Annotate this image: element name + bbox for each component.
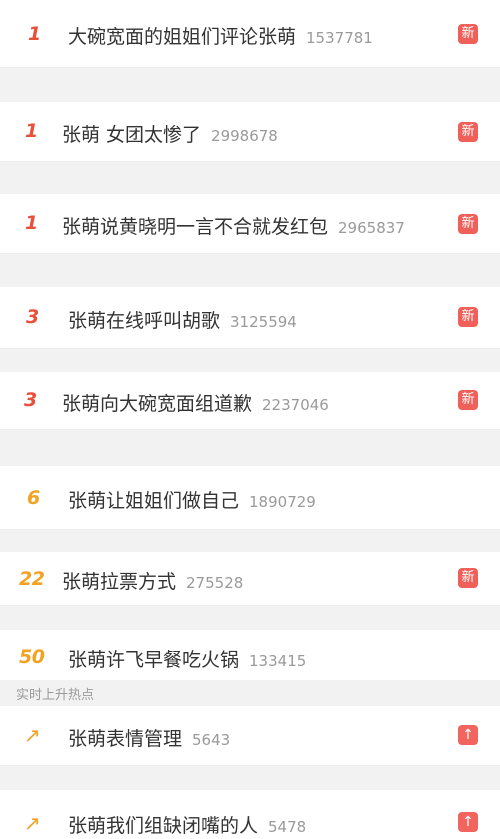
list-item-count: 133415 <box>249 652 307 670</box>
list-item-title: 张萌向大碗宽面组道歉 <box>62 393 253 415</box>
new-badge: 新 <box>458 122 478 142</box>
list-item-title-wrap: 大碗宽面的姐姐们评论张萌 1537781 <box>68 22 373 49</box>
list-item-count: 1890729 <box>249 493 316 511</box>
list-item-count: 5478 <box>268 818 307 836</box>
new-badge: 新 <box>458 568 478 588</box>
new-badge: 新 <box>458 214 478 234</box>
list-item-title: 张萌表情管理 <box>68 728 183 750</box>
new-badge: 新 <box>458 24 478 44</box>
list-item-title: 张萌拉票方式 <box>62 571 177 593</box>
list-item[interactable]: 1 大碗宽面的姐姐们评论张萌 1537781 新 <box>0 0 500 68</box>
new-badge: 新 <box>458 390 478 410</box>
list-item[interactable]: ↗ 张萌我们组缺闭嘴的人 5478 ↑ <box>0 790 500 839</box>
rank-number: 1 <box>28 23 41 45</box>
list-item-title-wrap: 张萌许飞早餐吃火锅 133415 <box>68 645 306 672</box>
list-item-title-wrap: 张萌向大碗宽面组道歉 2237046 <box>62 389 329 416</box>
rank-number: 1 <box>25 120 38 142</box>
list-item-title: 大碗宽面的姐姐们评论张萌 <box>68 26 297 48</box>
new-badge: 新 <box>458 307 478 327</box>
list-item[interactable]: 1 张萌 女团太惨了 2998678 新 <box>0 102 500 162</box>
list-item-title: 张萌 女团太惨了 <box>62 124 202 146</box>
list-item[interactable]: 3 张萌向大碗宽面组道歉 2237046 新 <box>0 372 500 430</box>
rising-arrow-icon: ↗ <box>24 811 41 835</box>
list-item-title-wrap: 张萌我们组缺闭嘴的人 5478 <box>68 811 306 838</box>
list-item-title-wrap: 张萌 女团太惨了 2998678 <box>62 120 278 147</box>
list-item-count: 3125594 <box>230 313 297 331</box>
rank-number: 3 <box>26 306 39 328</box>
list-item-count: 275528 <box>186 574 244 592</box>
list-item-title: 张萌在线呼叫胡歌 <box>68 310 221 332</box>
section-header-label: 实时上升热点 <box>16 688 95 703</box>
section-header: 实时上升热点 <box>0 680 500 704</box>
list-item-title-wrap: 张萌拉票方式 275528 <box>62 567 243 594</box>
list-item[interactable]: 22 张萌拉票方式 275528 新 <box>0 552 500 606</box>
list-item[interactable]: 50 张萌许飞早餐吃火锅 133415 <box>0 630 500 682</box>
rank-number: 6 <box>27 487 40 509</box>
hot-search-page: 1 大碗宽面的姐姐们评论张萌 1537781 新 1 张萌 女团太惨了 299867… <box>0 0 500 839</box>
list-item-title-wrap: 张萌让姐姐们做自己 1890729 <box>68 486 316 513</box>
list-item-count: 1537781 <box>306 29 373 47</box>
list-item-count: 5643 <box>192 731 231 749</box>
list-item[interactable]: 6 张萌让姐姐们做自己 1890729 <box>0 466 500 530</box>
rank-number: 50 <box>19 646 45 668</box>
list-item-title-wrap: 张萌说黄晓明一言不合就发红包 2965837 <box>62 212 405 239</box>
list-item-title: 张萌我们组缺闭嘴的人 <box>68 815 259 837</box>
list-item-count: 2965837 <box>338 219 405 237</box>
rank-number: 3 <box>24 389 37 411</box>
list-item-count: 2237046 <box>262 396 329 414</box>
rising-up-icon: ↑ <box>458 812 478 832</box>
list-item-title-wrap: 张萌在线呼叫胡歌 3125594 <box>68 306 297 333</box>
rising-arrow-icon: ↗ <box>24 723 41 747</box>
list-item[interactable]: ↗ 张萌表情管理 5643 ↑ <box>0 706 500 766</box>
list-item-count: 2998678 <box>211 127 278 145</box>
rank-number: 1 <box>25 212 38 234</box>
list-item-title: 张萌许飞早餐吃火锅 <box>68 649 240 671</box>
list-item[interactable]: 3 张萌在线呼叫胡歌 3125594 新 <box>0 287 500 349</box>
rising-up-icon: ↑ <box>458 725 478 745</box>
list-item[interactable]: 1 张萌说黄晓明一言不合就发红包 2965837 新 <box>0 194 500 254</box>
list-item-title: 张萌说黄晓明一言不合就发红包 <box>62 216 329 238</box>
list-item-title: 张萌让姐姐们做自己 <box>68 490 240 512</box>
rank-number: 22 <box>19 568 45 590</box>
list-item-title-wrap: 张萌表情管理 5643 <box>68 724 230 751</box>
